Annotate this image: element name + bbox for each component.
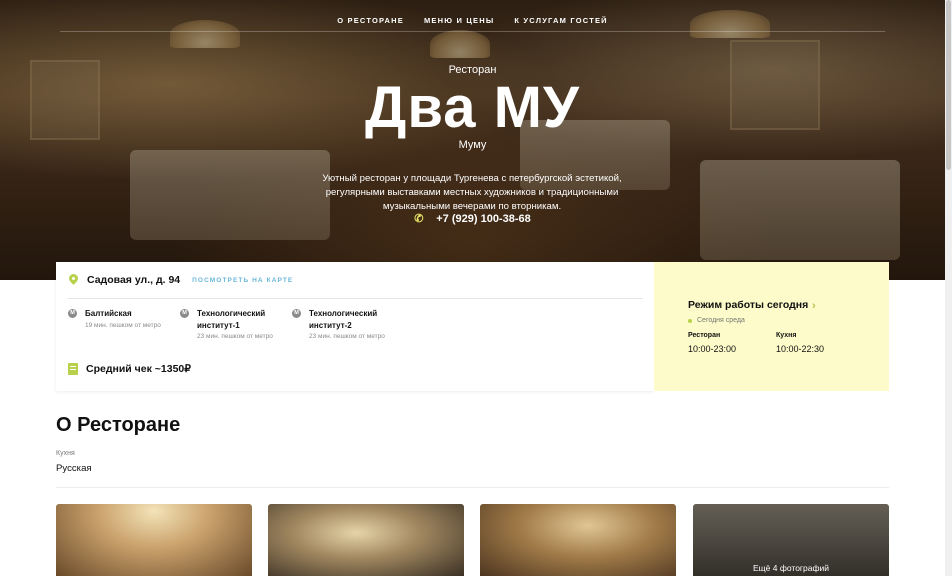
metro-icon: М xyxy=(180,309,189,318)
cuisine-value: Русская xyxy=(56,463,92,474)
restaurant-hours: 10:00-23:00 xyxy=(688,344,737,354)
page: О ресторане Меню и цены К услугам гостей… xyxy=(0,0,952,576)
photo-gallery: Ещё 4 фотографий xyxy=(56,504,889,576)
metro-walk-time: 19 мин. пешком от метро xyxy=(85,321,161,329)
metro-icon: М xyxy=(68,309,77,318)
divider xyxy=(56,487,889,488)
top-nav: О ресторане Меню и цены К услугам гостей xyxy=(0,16,945,25)
gallery-photo[interactable] xyxy=(268,504,464,576)
status-dot xyxy=(688,318,692,323)
scrollbar-thumb[interactable] xyxy=(946,0,951,170)
opening-hours-card[interactable]: Режим работы сегодня › Сегодня среда Рес… xyxy=(654,262,889,391)
restaurant-description: Уютный ресторан у площади Тургенева с пе… xyxy=(322,173,622,212)
phone-number[interactable]: +7 (929) 100-38-68 xyxy=(436,213,530,225)
metro-icon: М xyxy=(292,309,301,318)
hero-section: О ресторане Меню и цены К услугам гостей… xyxy=(0,0,945,280)
restaurant-hours-label: Ресторан xyxy=(688,332,721,339)
gallery-photo-more[interactable]: Ещё 4 фотографий xyxy=(693,504,889,576)
today-text: Сегодня среда xyxy=(697,317,745,324)
gallery-photo[interactable] xyxy=(56,504,252,576)
hours-title: Режим работы сегодня xyxy=(688,299,809,311)
location-pin-icon xyxy=(68,274,79,286)
nav-services[interactable]: К услугам гостей xyxy=(514,16,607,25)
metro-walk-time: 23 мин. пешком от метро xyxy=(309,333,385,340)
nav-divider xyxy=(60,31,885,32)
metro-item: М Технологический институт-2 23 мин. пеш… xyxy=(292,308,404,340)
metro-item: М Технологический институт-1 23 мин. пеш… xyxy=(180,308,292,340)
metro-item: М Балтийская 19 мин. пешком от метро xyxy=(68,308,180,340)
avg-check: Средний чек ~1350₽ xyxy=(86,363,191,375)
kitchen-hours: 10:00-22:30 xyxy=(776,344,825,354)
gallery-photo[interactable] xyxy=(480,504,676,576)
divider xyxy=(68,298,643,299)
scrollbar[interactable] xyxy=(945,0,952,576)
restaurant-subtitle: Муму xyxy=(458,139,487,151)
nav-about[interactable]: О ресторане xyxy=(337,16,404,25)
metro-name: Технологический институт-2 xyxy=(309,309,378,330)
metro-list: М Балтийская 19 мин. пешком от метро М Т… xyxy=(68,308,404,340)
restaurant-title: Два МУ xyxy=(365,75,580,140)
phone-link[interactable]: ✆ +7 (929) 100-38-68 xyxy=(0,213,945,225)
show-on-map-link[interactable]: Посмотреть на карте xyxy=(192,277,293,284)
nav-menu[interactable]: Меню и цены xyxy=(424,16,494,25)
cuisine-label: Кухня xyxy=(56,450,75,457)
today-label: Сегодня среда xyxy=(688,317,745,324)
metro-name: Технологический институт-1 xyxy=(197,309,266,330)
kitchen-hours-label: Кухня xyxy=(776,332,797,339)
address-row: Садовая ул., д. 94 Посмотреть на карте xyxy=(68,274,293,286)
address: Садовая ул., д. 94 xyxy=(87,274,181,286)
location-card: Садовая ул., д. 94 Посмотреть на карте М… xyxy=(56,262,654,391)
phone-icon: ✆ xyxy=(414,213,424,225)
more-photos-label[interactable]: Ещё 4 фотографий xyxy=(693,563,889,573)
metro-walk-time: 23 мин. пешком от метро xyxy=(197,333,273,340)
about-title: О Ресторане xyxy=(56,414,181,436)
chevron-right-icon[interactable]: › xyxy=(812,300,816,312)
avg-check-row: Средний чек ~1350₽ xyxy=(68,363,191,375)
receipt-icon xyxy=(68,363,78,375)
metro-name: Балтийская xyxy=(85,309,132,318)
